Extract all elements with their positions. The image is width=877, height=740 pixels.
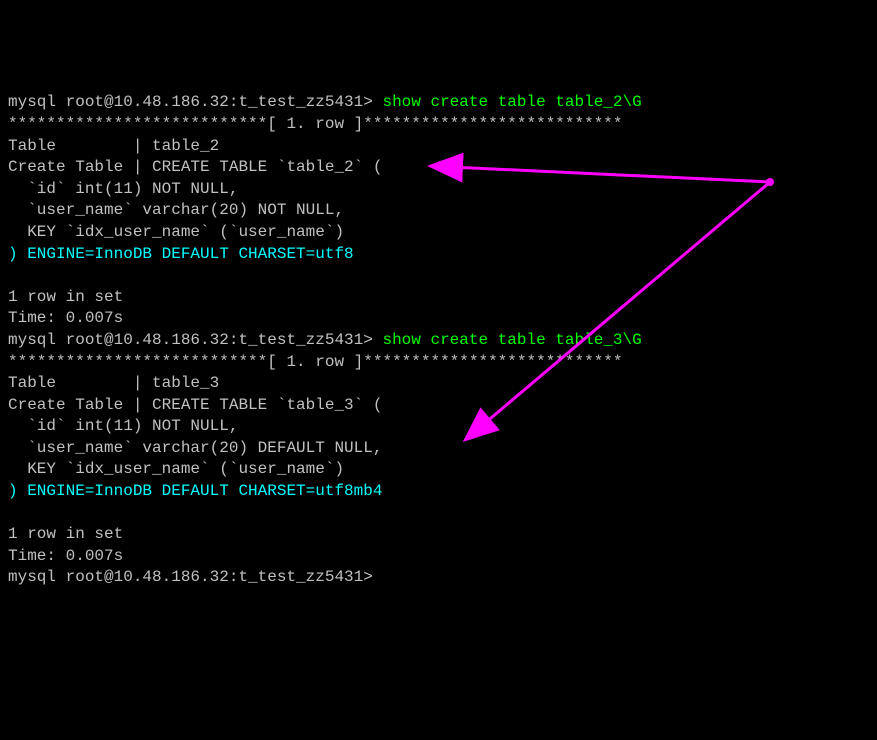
row-separator: ***************************[ 1. row ]***… xyxy=(8,115,623,133)
prompt: mysql root@10.48.186.32:t_test_zz5431> xyxy=(8,568,382,586)
rows-in-set: 1 row in set xyxy=(8,288,123,306)
sql-command-1: show create table table_2\G xyxy=(382,93,641,111)
prompt: mysql root@10.48.186.32:t_test_zz5431> xyxy=(8,331,382,349)
time-line: Time: 0.007s xyxy=(8,547,123,565)
table-row-line: Table | table_3 xyxy=(8,374,219,392)
create-table-line: Create Table | CREATE TABLE `table_2` ( xyxy=(8,158,382,176)
create-table-line: KEY `idx_user_name` (`user_name`) xyxy=(8,223,344,241)
row-separator: ***************************[ 1. row ]***… xyxy=(8,353,623,371)
sql-command-2: show create table table_3\G xyxy=(382,331,641,349)
engine-charset-line-utf8: ) ENGINE=InnoDB DEFAULT CHARSET=utf8 xyxy=(8,245,354,263)
rows-in-set: 1 row in set xyxy=(8,525,123,543)
time-line: Time: 0.007s xyxy=(8,309,123,327)
prompt: mysql root@10.48.186.32:t_test_zz5431> xyxy=(8,93,382,111)
table-row-line: Table | table_2 xyxy=(8,137,219,155)
create-table-line: `id` int(11) NOT NULL, xyxy=(8,417,238,435)
create-table-line: `user_name` varchar(20) DEFAULT NULL, xyxy=(8,439,382,457)
create-table-line: Create Table | CREATE TABLE `table_3` ( xyxy=(8,396,382,414)
create-table-line: KEY `idx_user_name` (`user_name`) xyxy=(8,460,344,478)
engine-charset-line-utf8mb4: ) ENGINE=InnoDB DEFAULT CHARSET=utf8mb4 xyxy=(8,482,382,500)
create-table-line: `user_name` varchar(20) NOT NULL, xyxy=(8,201,344,219)
terminal-output: mysql root@10.48.186.32:t_test_zz5431> s… xyxy=(8,92,869,589)
create-table-line: `id` int(11) NOT NULL, xyxy=(8,180,238,198)
